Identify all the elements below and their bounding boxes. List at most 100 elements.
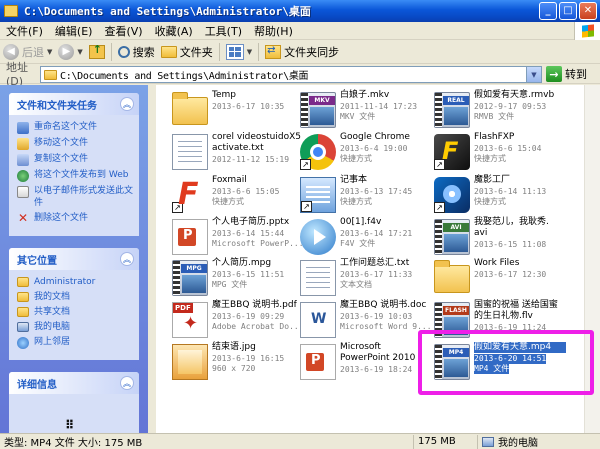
window-title: C:\Documents and Settings\Administrator\… [24,5,311,18]
place-my-computer[interactable]: 我的电脑 [17,321,133,333]
search-label: 搜索 [132,45,155,59]
task-copy[interactable]: 复制这个文件 [17,153,133,166]
toolbar-separator [258,42,260,61]
file-name: Work Files [474,258,520,268]
video-preview-icon [310,107,334,125]
folder-sync-button[interactable]: 文件夹同步 [262,42,342,62]
doc-icon [300,302,336,338]
place-administrator[interactable]: Administrator [17,276,133,288]
shortcut-arrow-icon: ↗ [172,202,183,213]
menu-edit[interactable]: 编辑(E) [49,23,99,39]
file-name: 我娶范儿，我耿秀. avi [474,217,549,238]
file-list[interactable]: Temp 2013-6-17 10:35 MKV 白娘子.mkv 2011-11-14 … [156,85,584,433]
details-panel: 详细信息 ︽ ⠿ [9,372,139,433]
maximize-button[interactable]: □ [559,2,577,20]
format-tag: FLASH [443,306,469,315]
file-meta: 快捷方式 [340,197,372,206]
panel-title: 文件和文件夹任务 [17,100,97,112]
place-shared-documents[interactable]: 共享文档 [17,306,133,318]
toolbar-separator [218,42,220,61]
file-item[interactable]: MP4 假如爱有天意.mp4 2013-6-20 14:51 MP4 文件 [426,341,566,399]
computer-icon [482,436,494,447]
folders-button[interactable]: 文件夹 [158,42,216,62]
file-meta: 2013-6-4 19:00 [340,144,408,153]
explorer-window: C:\Documents and Settings\Administrator\… [0,0,600,449]
search-button[interactable]: 搜索 [115,42,158,62]
other-places-header[interactable]: 其它位置 ︽ [9,248,139,270]
go-arrow-icon: → [546,66,562,82]
status-size: 175 MB [414,434,478,449]
folder-icon [172,92,208,125]
title-bar[interactable]: C:\Documents and Settings\Administrator\… [0,0,600,22]
file-meta: 2013-6-19 18:24 [340,365,413,374]
address-input[interactable]: C:\Documents and Settings\Administrator\… [40,66,542,83]
film-strip-icon [301,93,308,127]
menu-favorites[interactable]: 收藏(A) [149,23,199,39]
go-button[interactable]: → 转到 [546,66,587,82]
vertical-scrollbar[interactable] [584,85,600,433]
address-bar: 地址(D) C:\Documents and Settings\Administ… [0,61,600,88]
format-tag: REAL [443,96,469,105]
details-body: ⠿ [9,394,139,433]
task-label: 重命名这个文件 [34,122,98,132]
notepad-icon: ↗ [300,177,336,213]
file-meta: 2013-6-14 11:13 [474,187,547,196]
folder-icon [44,69,57,80]
task-label: 移动这个文件 [34,138,89,148]
shortcut-arrow-icon: ↗ [301,201,312,212]
ppt-icon [172,219,208,255]
task-move[interactable]: 移动这个文件 [17,137,133,150]
menu-view[interactable]: 查看(V) [98,23,148,39]
collapse-icon[interactable]: ︽ [120,376,134,390]
file-meta: 2012-9-17 09:53 [474,102,547,111]
up-button[interactable] [86,42,108,62]
status-location-label: 我的电脑 [498,438,538,449]
menu-bar: 文件(F) 编辑(E) 查看(V) 收藏(A) 工具(T) 帮助(H) [0,22,600,40]
shortcut-arrow-icon: ↗ [434,202,445,213]
file-meta: 2013-6-17 11:33 [340,270,413,279]
collapse-icon[interactable]: ︽ [120,252,134,266]
collapse-icon[interactable]: ︽ [120,97,134,111]
menu-file[interactable]: 文件(F) [0,23,49,39]
chevron-down-icon[interactable]: ▼ [526,67,541,82]
format-tag: AVI [443,223,469,232]
file-tasks-header[interactable]: 文件和文件夹任务 ︽ [9,93,139,115]
panel-title: 其它位置 [17,255,57,267]
forward-button[interactable]: ▶ ▼ [55,42,85,62]
file-item[interactable]: Microsoft PowerPoint 2010 2013-6-19 18:24 [292,341,430,399]
file-meta: 2013-6-6 15:05 [212,187,280,196]
views-button[interactable]: ▼ [223,42,255,62]
file-meta: 快捷方式 [212,197,244,206]
folder-icon [17,292,29,302]
foxmail-icon: ↗ [172,177,208,213]
file-meta: 2013-6-14 15:44 [212,229,285,238]
menu-help[interactable]: 帮助(H) [248,23,299,39]
task-web-publish[interactable]: 将这个文件发布到 Web [17,169,133,182]
task-delete[interactable]: ✕ 删除这个文件 [17,212,133,225]
place-label: Administrator [34,277,96,287]
file-meta: MP4 文件 [474,364,510,374]
file-meta: 2011-11-14 17:23 [340,102,418,111]
file-name: Google Chrome [340,132,410,142]
place-my-documents[interactable]: 我的文档 [17,291,133,303]
place-network[interactable]: 网上邻居 [17,336,133,349]
place-label: 共享文档 [34,307,71,317]
task-email[interactable]: 以电子邮件形式发送此文件 [17,185,133,209]
file-name: Temp [212,90,236,100]
details-header[interactable]: 详细信息 ︽ [9,372,139,394]
file-name: 魔影工厂 [474,175,511,185]
file-meta: 2013-6-19 11:24 [474,323,547,332]
task-pane: 文件和文件夹任务 ︽ 重命名这个文件 移动这个文件 复制这个文件 将这个文件发布… [0,85,148,433]
task-rename[interactable]: 重命名这个文件 [17,121,133,134]
menu-tools[interactable]: 工具(T) [199,23,248,39]
file-item[interactable]: 结束语.jpg 2013-6-19 16:15 960 x 720 [164,341,302,399]
copy-icon [17,154,29,166]
close-button[interactable]: ✕ [579,2,597,20]
chevron-down-icon: ▼ [77,47,83,56]
file-name: 工作问题总汇.txt [340,258,410,268]
file-meta: 2013-6-19 10:03 [340,312,413,321]
file-name: 假如爱有天意.mp4 [474,342,566,353]
minimize-button[interactable]: _ [539,2,557,20]
folder-icon [17,277,29,287]
file-tasks-list: 重命名这个文件 移动这个文件 复制这个文件 将这个文件发布到 Web 以电子邮件… [9,115,139,236]
